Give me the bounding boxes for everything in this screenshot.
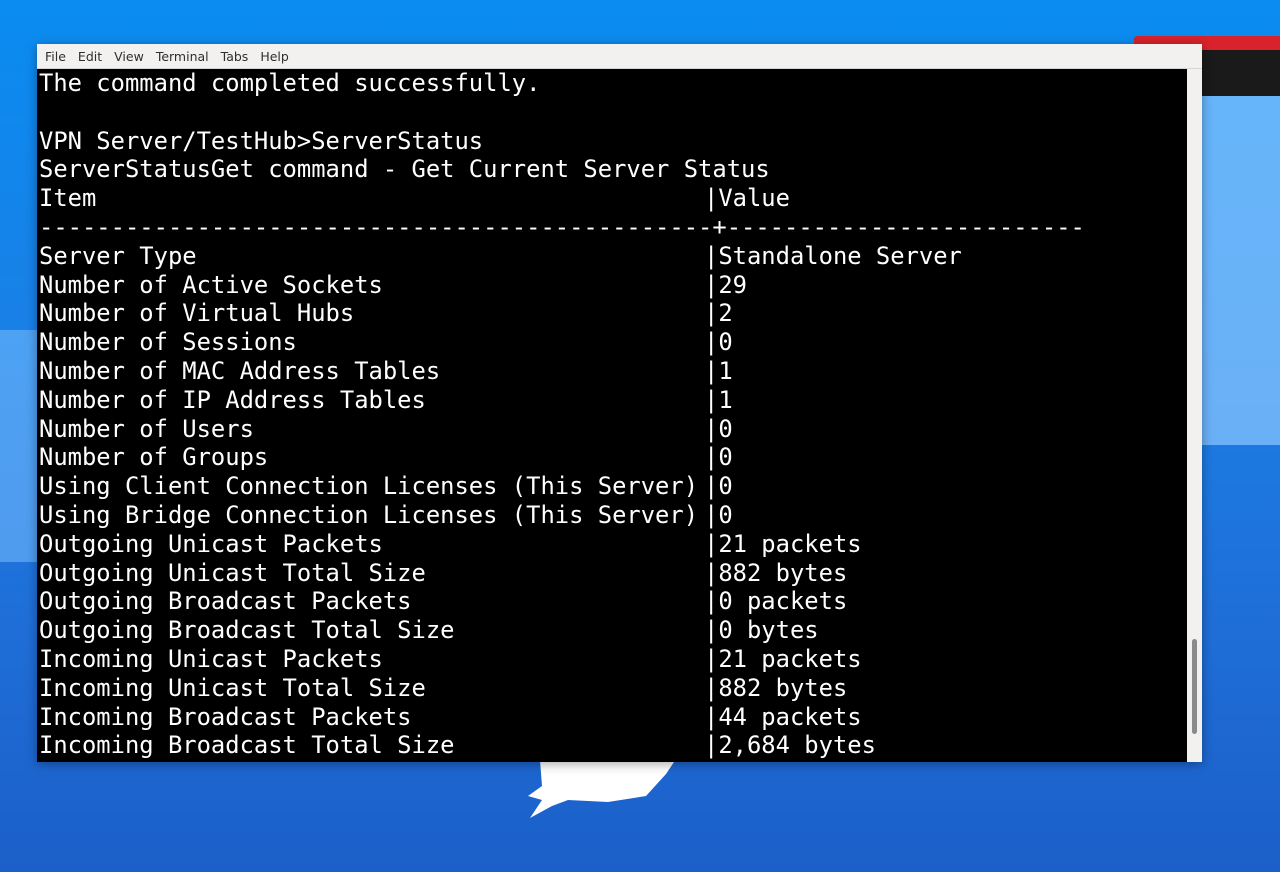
menu-view[interactable]: View bbox=[114, 49, 144, 64]
row-item: Number of IP Address Tables bbox=[39, 385, 426, 414]
row-value: 2,684 bytes bbox=[718, 731, 876, 760]
row-value: 0 bbox=[718, 443, 733, 472]
row-item: Incoming Broadcast Total Size bbox=[39, 731, 455, 760]
row-value: 0 packets bbox=[718, 587, 848, 616]
row-item: Number of Users bbox=[39, 414, 254, 443]
terminal-window[interactable]: File Edit View Terminal Tabs Help The co… bbox=[37, 44, 1202, 762]
row-item: Number of Groups bbox=[39, 443, 269, 472]
row-value: 44 packets bbox=[718, 702, 862, 731]
row-value: 0 bbox=[718, 500, 733, 529]
row-item: Outgoing Broadcast Packets bbox=[39, 587, 412, 616]
table-header: Item | Value bbox=[37, 184, 1187, 213]
table-row: Number of Virtual Hubs | 2 bbox=[37, 299, 1187, 328]
table-row: Outgoing Broadcast Packets | 0 packets bbox=[37, 587, 1187, 616]
column-separator: | bbox=[704, 500, 719, 529]
table-row: Number of Sessions | 0 bbox=[37, 328, 1187, 357]
row-item: Number of Sessions bbox=[39, 328, 297, 357]
prompt-line: VPN Server/TestHub>ServerStatus bbox=[39, 126, 484, 155]
table-row: Number of Active Sockets | 29 bbox=[37, 271, 1187, 300]
table-row: Incoming Broadcast Packets | 44 packets bbox=[37, 703, 1187, 732]
column-separator: | bbox=[704, 558, 719, 587]
row-item: Using Client Connection Licenses (This S… bbox=[39, 472, 699, 501]
table-row: Number of Groups | 0 bbox=[37, 443, 1187, 472]
column-separator: | bbox=[704, 673, 719, 702]
column-separator: | bbox=[704, 443, 719, 472]
desktop-highlight-left bbox=[0, 330, 40, 562]
status-line: The command completed successfully. bbox=[39, 69, 541, 97]
row-value: 0 bbox=[718, 472, 733, 501]
row-item: Incoming Unicast Packets bbox=[39, 644, 383, 673]
column-separator: | bbox=[704, 731, 719, 760]
column-separator: | bbox=[704, 270, 719, 299]
desktop-highlight-right bbox=[1200, 80, 1280, 445]
column-separator: | bbox=[704, 356, 719, 385]
desktop-mascot-icon bbox=[528, 756, 678, 818]
row-value: 21 packets bbox=[718, 529, 862, 558]
row-value: Standalone Server bbox=[718, 241, 962, 270]
row-value: 1 bbox=[718, 356, 733, 385]
table-row: Number of MAC Address Tables | 1 bbox=[37, 357, 1187, 386]
table-row: Using Client Connection Licenses (This S… bbox=[37, 472, 1187, 501]
row-value: 0 bbox=[718, 414, 733, 443]
row-value: 0 bbox=[718, 328, 733, 357]
table-row: Server Type | Standalone Server bbox=[37, 242, 1187, 271]
menu-file[interactable]: File bbox=[45, 49, 66, 64]
row-item: Server Type bbox=[39, 241, 197, 270]
row-value: 0 bytes bbox=[718, 616, 819, 645]
menu-help[interactable]: Help bbox=[260, 49, 289, 64]
column-separator: | bbox=[704, 184, 719, 213]
table-row: Incoming Unicast Packets | 21 packets bbox=[37, 645, 1187, 674]
row-item: Number of Virtual Hubs bbox=[39, 299, 355, 328]
row-value: 882 bytes bbox=[718, 673, 848, 702]
table-row: Incoming Unicast Total Size | 882 bytes bbox=[37, 674, 1187, 703]
column-separator: | bbox=[704, 472, 719, 501]
row-value: 29 bbox=[718, 270, 747, 299]
column-separator: | bbox=[704, 616, 719, 645]
table-row: Using Bridge Connection Licenses (This S… bbox=[37, 501, 1187, 530]
table-row: Incoming Broadcast Total Size | 2,684 byte… bbox=[37, 731, 1187, 760]
column-separator: | bbox=[704, 529, 719, 558]
menu-tabs[interactable]: Tabs bbox=[221, 49, 249, 64]
table-divider: ----------------------------------------… bbox=[39, 212, 1085, 241]
scrollbar-thumb[interactable] bbox=[1192, 639, 1197, 734]
command-description: ServerStatusGet command - Get Current Se… bbox=[39, 155, 770, 184]
row-item: Using Bridge Connection Licenses (This S… bbox=[39, 500, 699, 529]
row-value: 2 bbox=[718, 299, 733, 328]
terminal-output[interactable]: The command completed successfully. VPN … bbox=[37, 69, 1187, 762]
column-separator: | bbox=[704, 385, 719, 414]
table-row: Outgoing Broadcast Total Size | 0 bytes bbox=[37, 616, 1187, 645]
row-item: Outgoing Broadcast Total Size bbox=[39, 616, 455, 645]
column-separator: | bbox=[704, 414, 719, 443]
menu-edit[interactable]: Edit bbox=[78, 49, 102, 64]
row-item: Number of Active Sockets bbox=[39, 270, 383, 299]
row-item: Number of MAC Address Tables bbox=[39, 356, 441, 385]
column-separator: | bbox=[704, 702, 719, 731]
table-row: Outgoing Unicast Total Size | 882 bytes bbox=[37, 559, 1187, 588]
row-item: Outgoing Unicast Total Size bbox=[39, 558, 426, 587]
row-item: Incoming Broadcast Packets bbox=[39, 702, 412, 731]
menu-bar: File Edit View Terminal Tabs Help bbox=[37, 44, 1202, 69]
column-separator: | bbox=[704, 299, 719, 328]
column-separator: | bbox=[704, 241, 719, 270]
row-value: 882 bytes bbox=[718, 558, 848, 587]
row-item: Outgoing Unicast Packets bbox=[39, 529, 383, 558]
table-row: Outgoing Unicast Packets | 21 packets bbox=[37, 530, 1187, 559]
column-separator: | bbox=[704, 587, 719, 616]
terminal-scrollbar[interactable] bbox=[1187, 69, 1202, 762]
table-row: Number of Users | 0 bbox=[37, 415, 1187, 444]
row-item: Incoming Unicast Total Size bbox=[39, 673, 426, 702]
menu-terminal[interactable]: Terminal bbox=[156, 49, 209, 64]
column-separator: | bbox=[704, 644, 719, 673]
header-value: Value bbox=[718, 184, 790, 213]
row-value: 21 packets bbox=[718, 644, 862, 673]
row-value: 1 bbox=[718, 385, 733, 414]
header-item: Item bbox=[39, 184, 97, 213]
column-separator: | bbox=[704, 328, 719, 357]
table-row: Number of IP Address Tables | 1 bbox=[37, 386, 1187, 415]
table-rows: Server Type | Standalone Server Number of A… bbox=[37, 242, 1187, 760]
